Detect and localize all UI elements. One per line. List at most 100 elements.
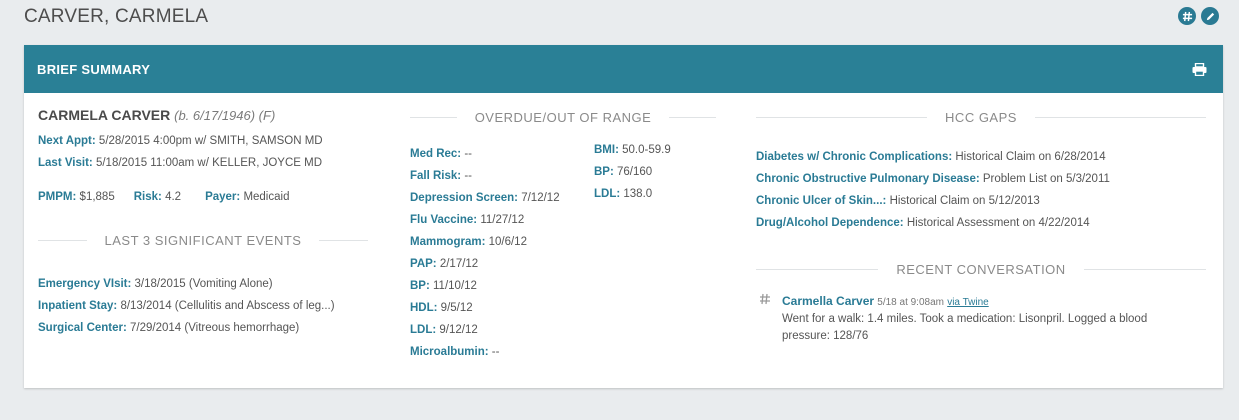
conversation-body: Carmella Carver 5/18 at 9:08am via Twine… — [782, 293, 1182, 345]
overdue-item: LDL: 9/12/12 — [410, 319, 594, 341]
payer-label: Payer: — [205, 191, 241, 203]
overdue-label: BP: — [410, 280, 430, 292]
overdue-value: 2/17/12 — [439, 258, 479, 270]
overdue-label: BP: — [594, 166, 614, 178]
last-visit-value: 5/18/2015 11:00am w/ KELLER, JOYCE MD — [95, 157, 323, 169]
hcc-value: Problem List on 5/3/2011 — [982, 173, 1110, 185]
overdue-value: -- — [464, 148, 472, 160]
patient-name-line: CARMELA CARVER (b. 6/17/1946) (F) — [38, 107, 368, 123]
hcc-item: Diabetes w/ Chronic Complications: Histo… — [756, 146, 1206, 168]
overdue-item: Depression Screen: 7/12/12 — [410, 187, 594, 209]
overdue-label: PAP: — [410, 258, 437, 270]
event-item: Emergency VIsit: 3/18/2015 (Vomiting Alo… — [38, 273, 368, 295]
overdue-value: -- — [491, 346, 500, 358]
overdue-item: LDL: 138.0 — [594, 183, 671, 205]
overdue-item: Med Rec: -- — [410, 143, 594, 165]
overdue-list-left: Med Rec: -- Fall Risk: -- Depression Scr… — [410, 143, 594, 363]
hcc-value: Historical Claim on 5/12/2013 — [889, 195, 1040, 207]
risk-label: Risk: — [133, 191, 162, 203]
pmpm-value: $1,885 — [79, 191, 115, 203]
overdue-value: 138.0 — [623, 188, 653, 200]
payer-value: Medicaid — [243, 191, 290, 203]
overdue-value: 9/12/12 — [439, 324, 478, 336]
card-header: BRIEF SUMMARY — [24, 45, 1223, 93]
overdue-value: 7/12/12 — [521, 192, 560, 204]
hcc-label: Diabetes w/ Chronic Complications: — [756, 151, 953, 163]
overdue-list-right: BMI: 50.0-59.9 BP: 76/160 LDL: 138.0 — [594, 139, 671, 363]
overdue-value: 50.0-59.9 — [622, 144, 671, 156]
overdue-item: BMI: 50.0-59.9 — [594, 139, 671, 161]
last-visit-label: Last Visit: — [38, 157, 93, 169]
top-actions — [1178, 7, 1219, 25]
overdue-item: HDL: 9/5/12 — [410, 297, 594, 319]
page-title: CARVER, CARMELA — [24, 6, 209, 27]
overdue-label: LDL: — [410, 324, 437, 336]
events-divider: LAST 3 SIGNIFICANT EVENTS — [38, 233, 368, 248]
overdue-divider: OVERDUE/OUT OF RANGE — [410, 110, 716, 125]
overdue-item: PAP: 2/17/12 — [410, 253, 594, 275]
conversation-title: RECENT CONVERSATION — [896, 262, 1066, 277]
overdue-label: Depression Screen: — [410, 192, 519, 204]
edit-icon[interactable] — [1201, 7, 1219, 25]
overdue-value: 10/6/12 — [488, 236, 527, 248]
pmpm: PMPM: $1,885 — [38, 186, 115, 208]
hcc-label: Chronic Ulcer of Skin...: — [756, 195, 887, 207]
overdue-label: Med Rec: — [410, 148, 462, 160]
card-title: BRIEF SUMMARY — [37, 61, 151, 77]
overdue-label: Fall Risk: — [410, 170, 462, 182]
event-value: 3/18/2015 (Vomiting Alone) — [134, 278, 273, 290]
hcc-value: Historical Assessment on 4/22/2014 — [906, 217, 1090, 229]
overdue-column: OVERDUE/OUT OF RANGE Med Rec: -- Fall Ri… — [410, 93, 716, 363]
brief-summary-card: BRIEF SUMMARY CARMELA CARVER (b. 6/17/19… — [24, 45, 1223, 388]
event-value: 7/29/2014 (Vitreous hemorrhage) — [130, 322, 300, 334]
hcc-label: Chronic Obstructive Pulmonary Disease: — [756, 173, 980, 185]
conversation-item: Carmella Carver 5/18 at 9:08am via Twine… — [756, 293, 1206, 345]
overdue-label: Flu Vaccine: — [410, 214, 478, 226]
risk-value: 4.2 — [165, 191, 182, 203]
overdue-item: BP: 76/160 — [594, 161, 671, 183]
hcc-item: Chronic Obstructive Pulmonary Disease: P… — [756, 168, 1206, 190]
overdue-value: 11/27/12 — [480, 214, 525, 226]
event-item: Inpatient Stay: 8/13/2014 (Cellulitis an… — [38, 295, 368, 317]
overdue-label: HDL: — [410, 302, 438, 314]
conversation-divider: RECENT CONVERSATION — [756, 262, 1206, 277]
event-label: Surgical Center: — [38, 322, 127, 334]
patient-column: CARMELA CARVER (b. 6/17/1946) (F) Next A… — [38, 93, 368, 339]
event-item: Surgical Center: 7/29/2014 (Vitreous hem… — [38, 317, 368, 339]
payer: Payer: Medicaid — [205, 186, 289, 208]
hcc-label: Drug/Alcohol Dependence: — [756, 217, 904, 229]
hash-icon — [756, 293, 772, 345]
last-visit: Last Visit: 5/18/2015 11:00am w/ KELLER,… — [38, 152, 368, 174]
overdue-label: Mammogram: — [410, 236, 486, 248]
overdue-value: 76/160 — [617, 166, 653, 178]
next-appt-value: 5/28/2015 4:00pm w/ SMITH, SAMSON MD — [98, 135, 323, 147]
patient-meta: (b. 6/17/1946) (F) — [174, 108, 276, 123]
conversation-via-link[interactable]: via Twine — [947, 297, 989, 308]
print-icon[interactable] — [1192, 62, 1207, 76]
hcc-column: HCC GAPS Diabetes w/ Chronic Complicatio… — [756, 93, 1206, 345]
events-title: LAST 3 SIGNIFICANT EVENTS — [104, 233, 302, 248]
overdue-item: Fall Risk: -- — [410, 165, 594, 187]
overdue-label: BMI: — [594, 144, 619, 156]
hcc-divider: HCC GAPS — [756, 110, 1206, 125]
conversation-author[interactable]: Carmella Carver — [782, 294, 874, 308]
hash-icon[interactable] — [1178, 7, 1196, 25]
event-label: Inpatient Stay: — [38, 300, 118, 312]
hcc-value: Historical Claim on 6/28/2014 — [955, 151, 1106, 163]
overdue-title: OVERDUE/OUT OF RANGE — [474, 110, 652, 125]
next-appt-label: Next Appt: — [38, 135, 96, 147]
event-label: Emergency VIsit: — [38, 278, 132, 290]
conversation-message: Went for a walk: 1.4 miles. Took a medic… — [782, 313, 1148, 342]
hcc-item: Chronic Ulcer of Skin...: Historical Cla… — [756, 190, 1206, 212]
overdue-label: LDL: — [594, 188, 621, 200]
overdue-item: Flu Vaccine: 11/27/12 — [410, 209, 594, 231]
overdue-value: -- — [464, 170, 473, 182]
event-value: 8/13/2014 (Cellulitis and Abscess of leg… — [120, 300, 335, 312]
risk: Risk: 4.2 — [134, 186, 181, 208]
overdue-item: Mammogram: 10/6/12 — [410, 231, 594, 253]
overdue-label: Microalbumin: — [410, 346, 489, 358]
hcc-list: Diabetes w/ Chronic Complications: Histo… — [756, 146, 1206, 234]
overdue-value: 9/5/12 — [440, 302, 473, 314]
overdue-item: Microalbumin: -- — [410, 341, 594, 363]
hcc-item: Drug/Alcohol Dependence: Historical Asse… — [756, 212, 1206, 234]
